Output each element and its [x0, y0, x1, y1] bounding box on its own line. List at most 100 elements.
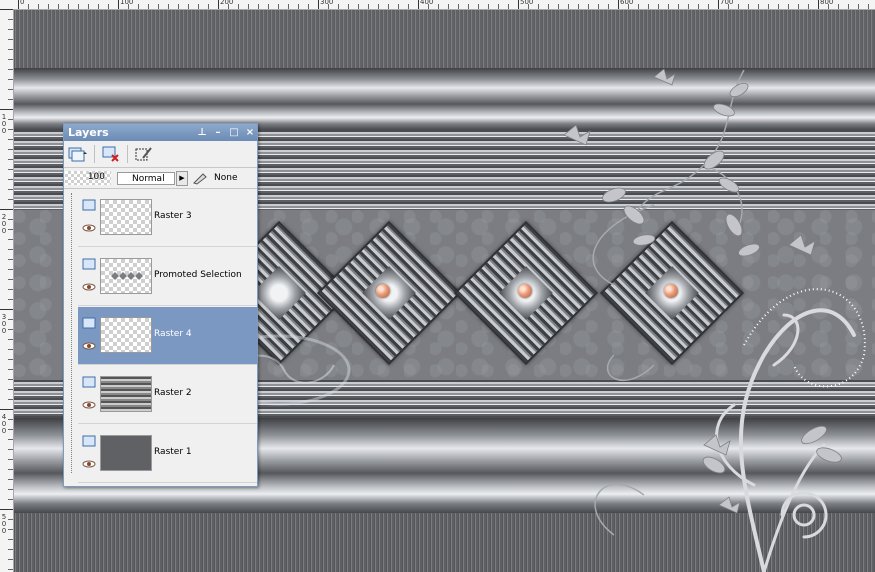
ruler-tick: [648, 4, 649, 9]
ruler-tick: [0, 509, 13, 510]
ruler-tick: [158, 4, 159, 9]
ruler-tick: [148, 4, 149, 9]
layer-name: Raster 2: [154, 388, 192, 398]
ruler-tick: [8, 419, 13, 420]
ruler-label: 5 0 0: [1, 513, 7, 535]
minimize-icon[interactable]: –: [213, 124, 223, 141]
floral-vine-decoration: [563, 68, 866, 572]
ruler-label: 4 0 0: [1, 413, 7, 435]
delete-layer-button[interactable]: [101, 145, 121, 163]
ruler-tick: [818, 0, 819, 9]
ruler-tick: [758, 4, 759, 9]
ruler-tick: [838, 4, 839, 9]
ruler-tick: [698, 4, 699, 9]
ruler-label: 300: [320, 0, 334, 6]
visibility-eye-icon[interactable]: [82, 283, 96, 291]
ruler-tick: [708, 4, 709, 9]
ruler-tick: [8, 479, 13, 480]
raster-layer-icon: [82, 317, 96, 329]
visibility-eye-icon[interactable]: [82, 342, 96, 350]
ruler-tick: [558, 4, 559, 9]
layer-name: Raster 3: [154, 211, 192, 221]
ruler-tick: [618, 0, 619, 9]
layer-name: Raster 1: [154, 447, 192, 457]
ruler-tick: [8, 29, 13, 30]
layer-row[interactable]: Promoted Selection: [78, 248, 257, 306]
layer-thumbnail: [100, 258, 152, 294]
ruler-tick: [578, 4, 579, 9]
ruler-tick: [28, 4, 29, 9]
ruler-tick: [8, 59, 13, 60]
close-icon[interactable]: ×: [245, 124, 255, 141]
ruler-tick: [848, 4, 849, 9]
new-layer-button[interactable]: [68, 145, 88, 163]
layer-row[interactable]: Raster 1: [78, 425, 257, 483]
ruler-tick: [598, 4, 599, 9]
ruler-tick: [538, 4, 539, 9]
ruler-tick: [58, 4, 59, 9]
layer-name: Promoted Selection: [154, 270, 242, 280]
ruler-tick: [518, 0, 519, 9]
ruler-tick: [0, 209, 13, 210]
ruler-tick: [8, 339, 13, 340]
ruler-tick: [8, 359, 13, 360]
ruler-tick: [18, 0, 19, 9]
ruler-label: 800: [820, 0, 834, 6]
layer-row[interactable]: Raster 2: [78, 366, 257, 424]
layer-row-selected[interactable]: Raster 4: [78, 307, 257, 365]
pin-icon[interactable]: ⊥: [197, 124, 207, 141]
ruler-tick: [118, 0, 119, 9]
ruler-label: 700: [720, 0, 734, 6]
ruler-tick: [8, 549, 13, 550]
ruler-tick: [438, 4, 439, 9]
ruler-tick: [8, 559, 13, 560]
ruler-tick: [658, 4, 659, 9]
ruler-tick: [8, 499, 13, 500]
ruler-tick: [498, 4, 499, 9]
ruler-tick: [8, 349, 13, 350]
ruler-tick: [38, 4, 39, 9]
visibility-eye-icon[interactable]: [82, 460, 96, 468]
layers-palette[interactable]: Layers ⊥ – □ × 100 Normal ▶ None Raster …: [63, 123, 258, 487]
ruler-tick: [8, 169, 13, 170]
ruler-tick: [0, 9, 13, 10]
ruler-tick: [8, 129, 13, 130]
raster-layer-icon: [82, 199, 96, 211]
maximize-icon[interactable]: □: [229, 124, 239, 141]
vertical-ruler: 1 0 0 2 0 0 3 0 0 4 0 0 5 0 0: [0, 9, 14, 572]
visibility-eye-icon[interactable]: [82, 401, 96, 409]
diamonds-thumbnail-art: [111, 272, 143, 280]
ruler-tick: [138, 4, 139, 9]
ruler-tick: [8, 469, 13, 470]
ruler-tick: [398, 4, 399, 9]
mask-value: None: [214, 173, 238, 183]
ruler-tick: [238, 4, 239, 9]
ruler-tick: [478, 4, 479, 9]
edit-selection-button[interactable]: [134, 145, 154, 163]
blend-mode-arrow-icon[interactable]: ▶: [176, 170, 188, 186]
ruler-tick: [638, 4, 639, 9]
ruler-tick: [748, 4, 749, 9]
ruler-tick: [718, 0, 719, 9]
ruler-tick: [8, 139, 13, 140]
ruler-tick: [488, 4, 489, 9]
ruler-tick: [8, 399, 13, 400]
ruler-tick: [8, 269, 13, 270]
ruler-tick: [248, 4, 249, 9]
ruler-tick: [8, 369, 13, 370]
ruler-tick: [8, 389, 13, 390]
visibility-eye-icon[interactable]: [82, 224, 96, 232]
layers-title: Layers: [68, 126, 109, 139]
ruler-tick: [198, 4, 199, 9]
ruler-tick: [188, 4, 189, 9]
layer-row[interactable]: Raster 3: [78, 189, 257, 247]
ruler-tick: [108, 4, 109, 9]
toolbar-separator: [94, 145, 95, 163]
layers-titlebar[interactable]: Layers ⊥ – □ ×: [64, 124, 257, 141]
opacity-slider[interactable]: 100: [65, 171, 111, 185]
ruler-tick: [0, 309, 13, 310]
blend-mode-select[interactable]: Normal: [117, 171, 175, 185]
ruler-tick: [778, 4, 779, 9]
ruler-tick: [8, 49, 13, 50]
ruler-tick: [338, 4, 339, 9]
